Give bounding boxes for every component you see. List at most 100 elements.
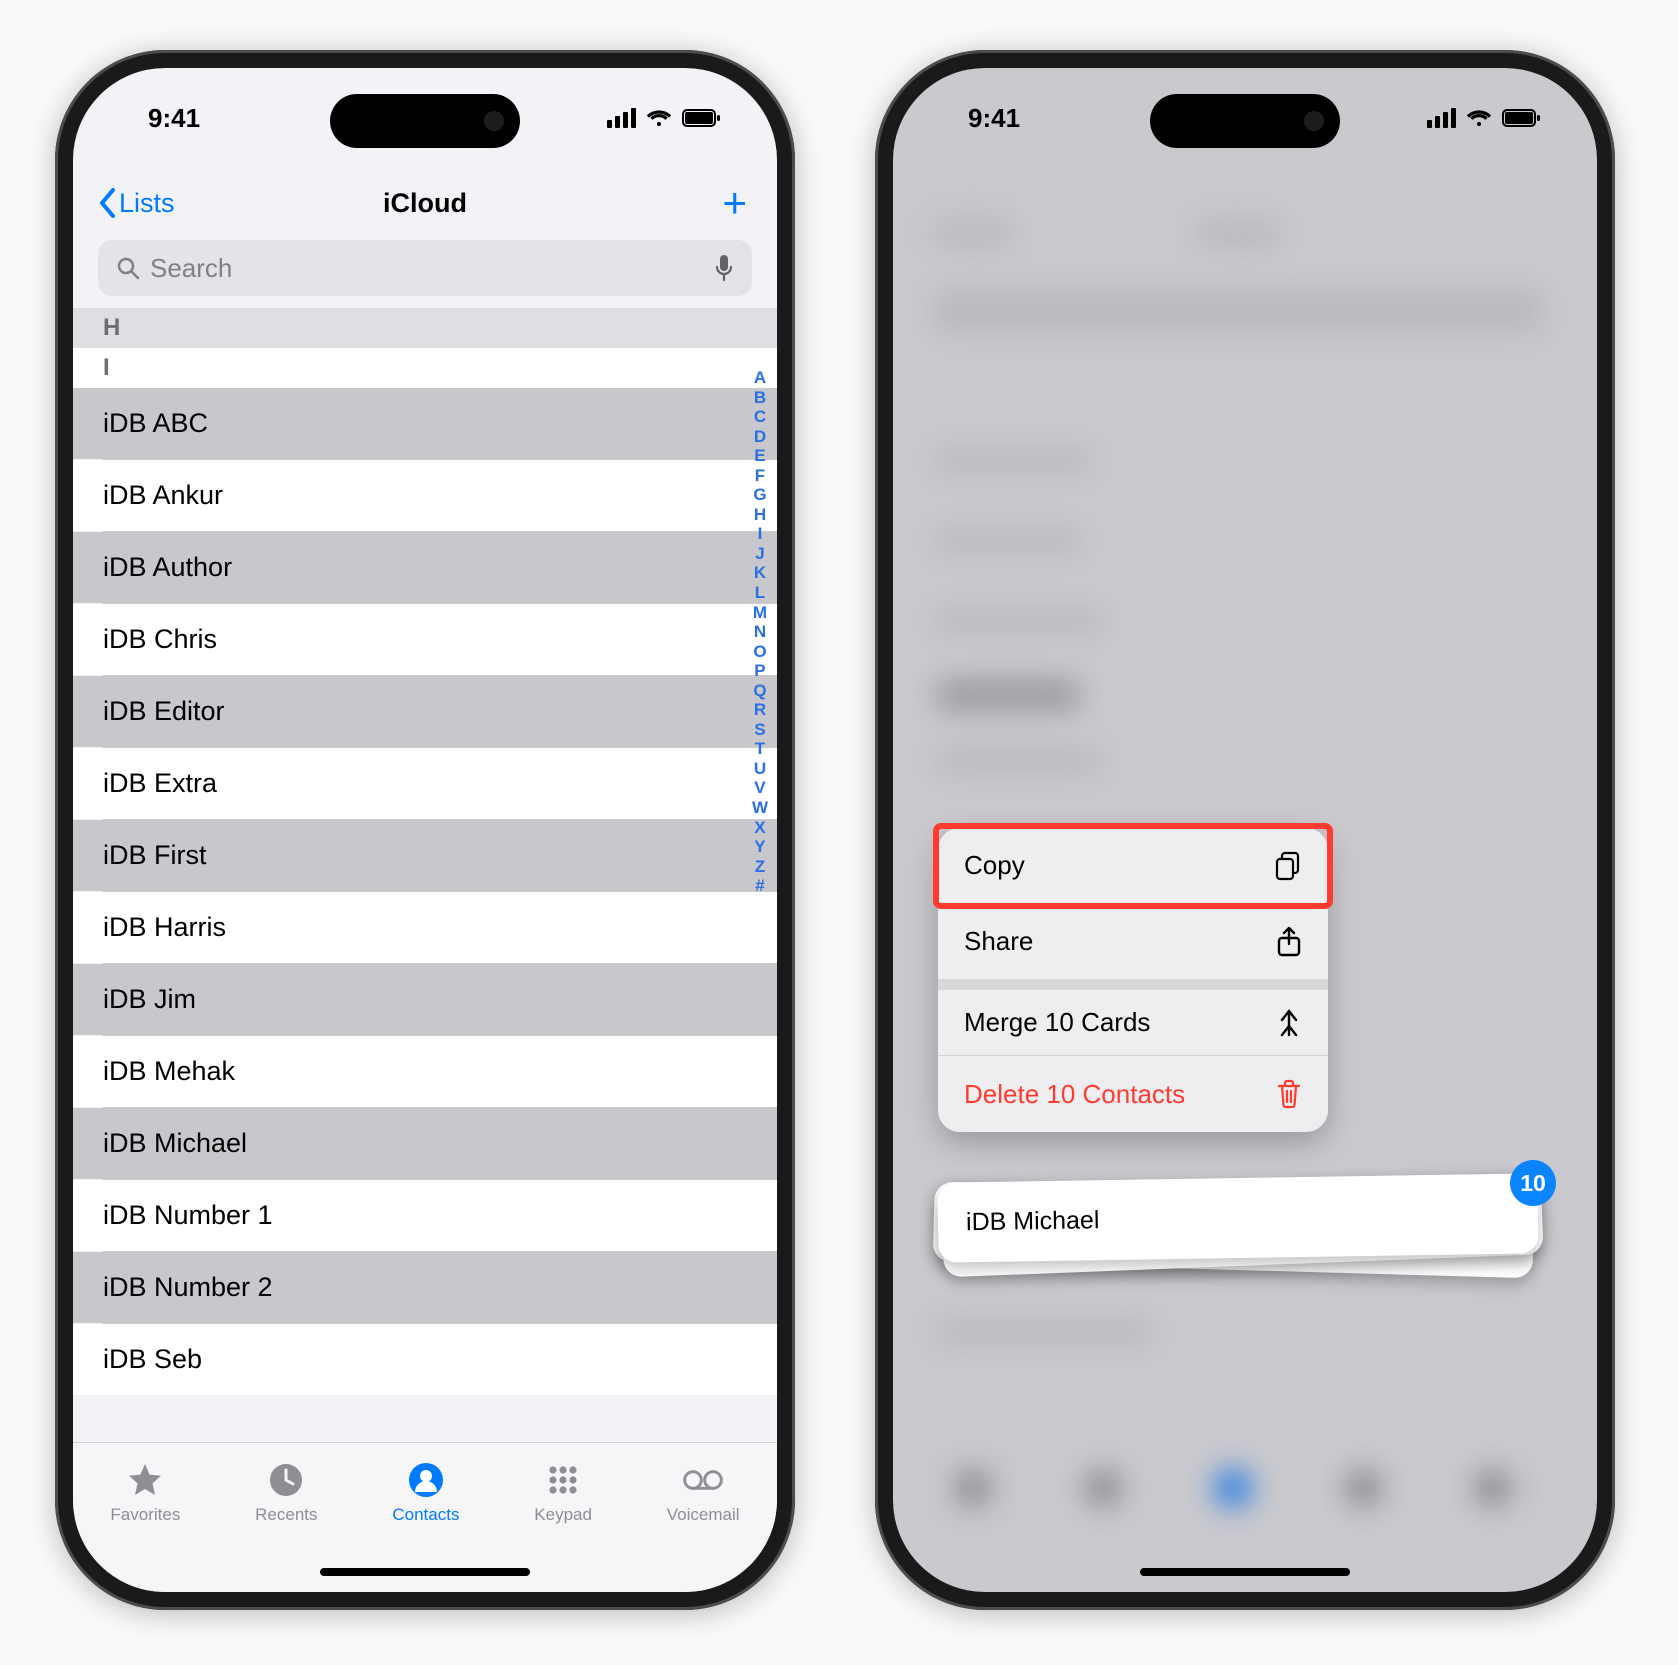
nav-bar: Lists iCloud + [73, 168, 777, 238]
index-letter[interactable]: I [758, 524, 764, 544]
battery-icon [682, 108, 722, 128]
search-icon [116, 256, 140, 280]
menu-delete-label: Delete 10 Contacts [964, 1079, 1185, 1110]
contacts-list[interactable]: H I iDB ABCiDB AnkuriDB AuthoriDB Chrisi… [73, 308, 777, 1442]
index-letter[interactable]: S [754, 720, 766, 740]
index-letter[interactable]: W [752, 798, 769, 818]
index-letter[interactable]: J [755, 544, 765, 564]
menu-share[interactable]: Share [938, 904, 1328, 980]
screen-right: 9:41 Copy Share [893, 68, 1597, 1592]
keypad-icon [543, 1461, 583, 1499]
contact-row[interactable]: iDB Harris [73, 892, 777, 963]
tab-label: Voicemail [667, 1505, 740, 1525]
section-header-i: I [73, 348, 777, 388]
index-letter[interactable]: M [753, 603, 768, 623]
contact-row[interactable]: iDB Extra [73, 748, 777, 819]
contact-row[interactable]: iDB First [73, 820, 777, 891]
contact-row[interactable]: iDB Seb [73, 1324, 777, 1395]
contact-row[interactable]: iDB Ankur [73, 460, 777, 531]
menu-merge[interactable]: Merge 10 Cards [938, 980, 1328, 1056]
contact-row[interactable]: iDB Michael [73, 1108, 777, 1179]
tab-label: Favorites [110, 1505, 180, 1525]
status-time: 9:41 [148, 103, 200, 134]
back-button[interactable]: Lists [98, 188, 175, 219]
iphone-frame-right: 9:41 Copy Share [875, 50, 1615, 1610]
tab-voicemail[interactable]: Voicemail [667, 1461, 740, 1525]
contact-row[interactable]: iDB Jim [73, 964, 777, 1035]
tab-label: Recents [255, 1505, 317, 1525]
add-contact-button[interactable]: + [722, 182, 747, 224]
wifi-icon [646, 108, 672, 128]
search-input[interactable] [150, 253, 704, 284]
menu-merge-label: Merge 10 Cards [964, 1007, 1150, 1038]
merge-icon [1276, 1008, 1302, 1038]
index-letter[interactable]: R [754, 700, 767, 720]
back-label: Lists [119, 188, 175, 219]
index-letter[interactable]: # [755, 876, 765, 896]
index-letter[interactable]: O [753, 642, 767, 662]
index-letter[interactable]: L [755, 583, 766, 603]
home-indicator[interactable] [320, 1568, 530, 1576]
index-letter[interactable]: C [754, 407, 767, 427]
battery-icon [1502, 108, 1542, 128]
index-letter[interactable]: F [755, 466, 766, 486]
index-letter[interactable]: G [753, 485, 767, 505]
index-letter[interactable]: B [754, 388, 767, 408]
dictation-icon[interactable] [714, 254, 734, 282]
share-icon [1276, 926, 1302, 958]
dynamic-island [1150, 94, 1340, 148]
screen-left: 9:41 Lists iCloud + [73, 68, 777, 1592]
tab-label: Keypad [534, 1505, 592, 1525]
index-letter[interactable]: K [754, 563, 767, 583]
index-letter[interactable]: D [754, 427, 767, 447]
cellular-icon [607, 108, 636, 128]
index-letter[interactable]: T [755, 739, 766, 759]
tab-keypad[interactable]: Keypad [534, 1461, 592, 1525]
context-menu: Copy Share Merge 10 Cards Delete 10 Cont… [938, 828, 1328, 1132]
tab-label: Contacts [392, 1505, 459, 1525]
menu-copy-label: Copy [964, 850, 1025, 881]
index-letter[interactable]: H [754, 505, 767, 525]
tab-favorites[interactable]: Favorites [110, 1461, 180, 1525]
index-letter[interactable]: U [754, 759, 767, 779]
contact-row[interactable]: iDB ABC [73, 388, 777, 459]
index-letter[interactable]: Z [755, 857, 766, 877]
tab-contacts[interactable]: Contacts [392, 1461, 459, 1525]
section-header-h: H [73, 308, 777, 348]
copy-icon [1274, 851, 1302, 881]
menu-delete[interactable]: Delete 10 Contacts [938, 1056, 1328, 1132]
contact-row[interactable]: iDB Mehak [73, 1036, 777, 1107]
search-field[interactable] [98, 240, 752, 296]
nav-title: iCloud [383, 188, 467, 219]
contact-row[interactable]: iDB Number 1 [73, 1180, 777, 1251]
voicemail-icon [683, 1461, 723, 1499]
home-indicator[interactable] [1140, 1568, 1350, 1576]
contact-row[interactable]: iDB Author [73, 532, 777, 603]
recents-icon [266, 1461, 306, 1499]
contact-row[interactable]: iDB Chris [73, 604, 777, 675]
index-letter[interactable]: X [754, 818, 766, 838]
trash-icon [1276, 1079, 1302, 1109]
menu-share-label: Share [964, 926, 1033, 957]
selection-count-badge: 10 [1510, 1160, 1556, 1206]
index-letter[interactable]: P [754, 661, 766, 681]
index-letter[interactable]: N [754, 622, 767, 642]
index-letter[interactable]: Q [753, 681, 767, 701]
contact-row[interactable]: iDB Editor [73, 676, 777, 747]
menu-copy[interactable]: Copy [938, 828, 1328, 904]
status-time: 9:41 [968, 103, 1020, 134]
index-letter[interactable]: E [754, 446, 766, 466]
wifi-icon [1466, 108, 1492, 128]
stack-card-top: iDB Michael [937, 1173, 1538, 1262]
stack-top-label: iDB Michael [966, 1206, 1100, 1237]
index-letter[interactable]: Y [754, 837, 766, 857]
iphone-frame-left: 9:41 Lists iCloud + [55, 50, 795, 1610]
contacts-icon [406, 1461, 446, 1499]
tab-recents[interactable]: Recents [255, 1461, 317, 1525]
index-letter[interactable]: V [754, 778, 766, 798]
selected-contacts-stack[interactable]: iDB Michael 10 [938, 1178, 1538, 1258]
alphabet-index[interactable]: ABCDEFGHIJKLMNOPQRSTUVWXYZ# [752, 368, 769, 896]
index-letter[interactable]: A [754, 368, 767, 388]
dynamic-island [330, 94, 520, 148]
contact-row[interactable]: iDB Number 2 [73, 1252, 777, 1323]
